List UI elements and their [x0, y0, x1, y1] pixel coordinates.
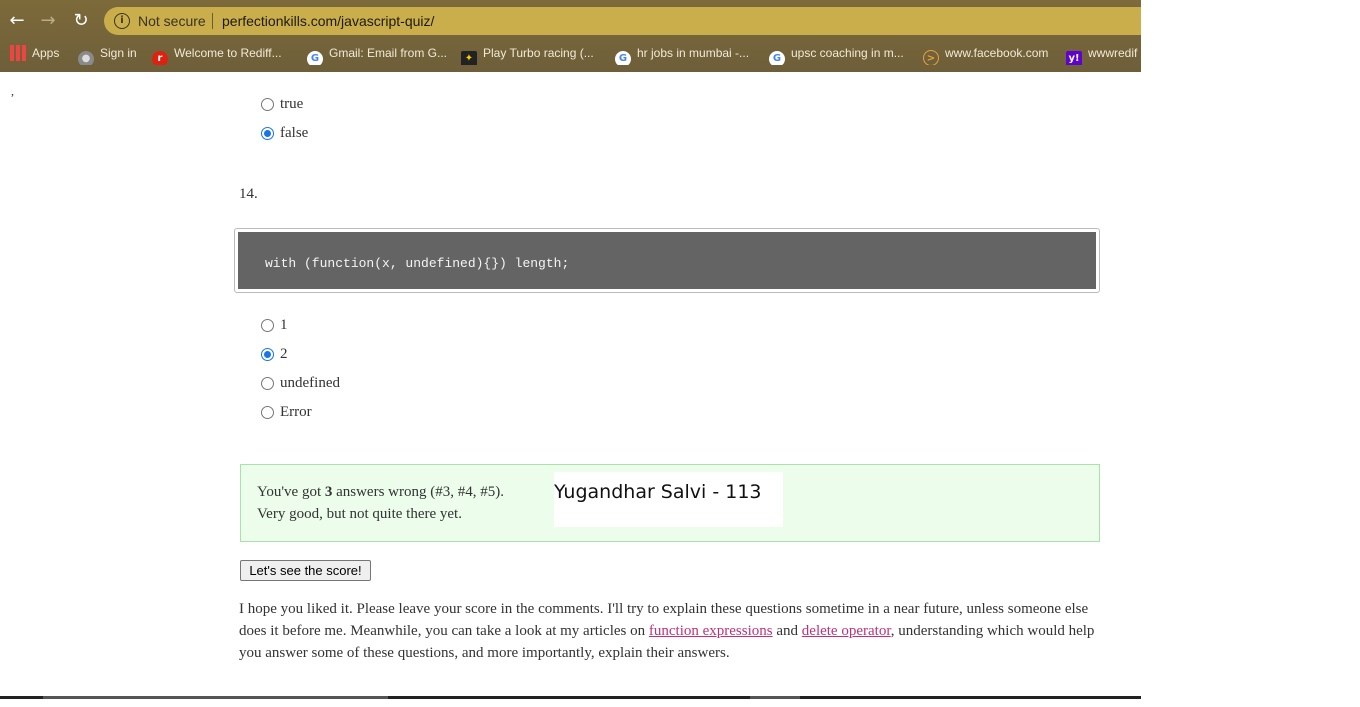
radio-button-checked[interactable]	[261, 348, 274, 361]
option-label: undefined	[280, 375, 340, 391]
url-text[interactable]: perfectionkills.com/javascript-quiz/	[222, 13, 434, 29]
bookmark-hr-jobs[interactable]: Ghr jobs in mumbai -...	[615, 44, 750, 65]
see-score-button[interactable]: Let's see the score!	[240, 560, 371, 581]
back-arrow-icon[interactable]: ←	[6, 10, 28, 32]
horizontal-scrollbar[interactable]	[0, 696, 1141, 699]
address-separator	[212, 13, 213, 29]
bookmark-apps[interactable]: Apps	[10, 44, 59, 62]
result-prefix: You've got	[257, 484, 322, 500]
result-box: You've got 3 answers wrong (#3, #4, #5).…	[240, 464, 1100, 542]
bookmark-gmail[interactable]: G Gmail: Email from G...	[307, 44, 448, 65]
bookmark-label: Sign in	[100, 46, 137, 60]
google-icon: G	[615, 51, 631, 65]
function-expressions-link[interactable]: function expressions	[649, 623, 773, 639]
bookmark-label: hr jobs in mumbai -...	[637, 46, 750, 60]
bookmark-rediff[interactable]: r Welcome to Rediff...	[152, 44, 282, 65]
name-overlay-text: Yugandhar Salvi - 113	[554, 481, 762, 503]
bookmark-upsc[interactable]: Gupsc coaching in m...	[769, 44, 904, 65]
stray-mark: ,	[11, 84, 14, 98]
forward-arrow-icon[interactable]: →	[37, 10, 59, 32]
outro-text-2: and	[776, 623, 799, 639]
security-label[interactable]: Not secure	[138, 13, 206, 29]
bookmark-label: Apps	[32, 46, 60, 60]
option-label: Error	[280, 404, 312, 420]
bookmark-label: Welcome to Rediff...	[174, 46, 282, 60]
bookmark-label: Gmail: Email from G...	[329, 46, 448, 60]
radio-button[interactable]	[261, 406, 274, 419]
bookmark-label: www.facebook.com	[945, 46, 1049, 60]
bookmarks-bar: Apps ● Sign in r Welcome to Rediff... G Gma…	[0, 41, 1141, 65]
bookmark-label: Play Turbo racing (...	[483, 46, 594, 60]
result-summary: You've got 3 answers wrong (#3, #4, #5).	[257, 484, 504, 501]
browser-toolbar: ← → ↻ i Not secure perfectionkills.com/j…	[0, 4, 1141, 38]
scrollbar-thumb[interactable]	[43, 696, 388, 699]
name-overlay: Yugandhar Salvi - 113	[554, 472, 783, 527]
radio-button-checked[interactable]	[261, 127, 274, 140]
bookmark-turbo-racing[interactable]: ✦ Play Turbo racing (...	[461, 44, 594, 65]
bookmark-label: wwwredif	[1088, 46, 1138, 60]
bookmark-label: upsc coaching in m...	[791, 46, 904, 60]
info-icon[interactable]: i	[114, 13, 130, 29]
option-label: true	[280, 96, 304, 112]
globe-icon: ●	[78, 51, 94, 65]
wrong-count: 3	[324, 484, 333, 500]
google-icon: G	[307, 51, 323, 65]
scrollbar-segment	[750, 696, 800, 699]
radio-button[interactable]	[261, 319, 274, 332]
bookmark-rediff-yahoo[interactable]: y! wwwredif	[1066, 44, 1138, 65]
question-number: 14.	[239, 186, 258, 202]
option-label: false	[280, 125, 309, 141]
browser-chrome: ← → ↻ i Not secure perfectionkills.com/j…	[0, 0, 1141, 72]
yahoo-icon: y!	[1066, 51, 1082, 65]
outro-paragraph: I hope you liked it. Please leave your s…	[239, 598, 1099, 664]
result-message: Very good, but not quite there yet.	[257, 506, 462, 522]
radio-button[interactable]	[261, 98, 274, 111]
code-block: with (function(x, undefined){}) length;	[234, 228, 1100, 293]
apps-grid-icon	[10, 45, 26, 61]
rediff-icon: r	[152, 51, 168, 65]
option-label: 2	[280, 346, 288, 362]
reload-icon[interactable]: ↻	[70, 10, 92, 32]
result-suffix: answers wrong (#3, #4, #5).	[336, 484, 504, 500]
delete-operator-link[interactable]: delete operator	[802, 623, 891, 639]
facebook-site-icon: >	[923, 50, 939, 65]
code-snippet: with (function(x, undefined){}) length;	[265, 256, 570, 271]
code-background: with (function(x, undefined){}) length;	[238, 232, 1096, 289]
radio-button[interactable]	[261, 377, 274, 390]
bookmark-facebook[interactable]: > www.facebook.com	[923, 44, 1049, 65]
turbo-racing-icon: ✦	[461, 51, 477, 65]
address-bar[interactable]: i Not secure perfectionkills.com/javascr…	[104, 7, 1141, 35]
google-icon: G	[769, 51, 785, 65]
option-label: 1	[280, 317, 288, 333]
bookmark-sign-in[interactable]: ● Sign in	[78, 44, 137, 65]
